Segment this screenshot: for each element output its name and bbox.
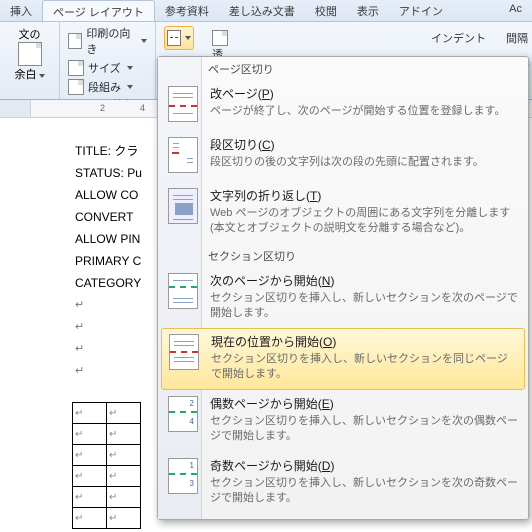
text-wrap-icon	[168, 188, 198, 224]
menu-item-continuous[interactable]: 現在の位置から開始(O) セクション区切りを挿入し、新しいセクションを同じページ…	[161, 328, 525, 390]
doc-line: STATUS: Pu	[75, 162, 142, 184]
size-icon	[68, 60, 84, 76]
page-break-icon	[168, 86, 198, 122]
mi-desc: セクション区切りを挿入し、新しいセクションを同じページで開始します。	[211, 352, 517, 382]
menu-item-even-page[interactable]: 24 偶数ページから開始(E) セクション区切りを挿入し、新しいセクションを次の…	[158, 390, 528, 452]
mi-title-b: )	[317, 189, 321, 203]
doc-line: TITLE: クラ	[75, 140, 142, 162]
mi-title-a: 改ページ(	[210, 87, 262, 101]
mi-title-b: )	[330, 274, 334, 288]
tab-mailings[interactable]: 差し込み文書	[219, 0, 305, 21]
even-page-icon: 24	[168, 396, 198, 432]
paragraph-mark: ↵	[75, 294, 142, 316]
chevron-down-icon	[185, 36, 191, 40]
mi-key: C	[262, 138, 271, 152]
document-table[interactable]: ↵↵↵↵↵↵↵↵↵↵↵↵	[72, 402, 141, 529]
chevron-down-icon	[141, 39, 147, 43]
breaks-icon	[167, 30, 181, 46]
next-page-icon	[168, 273, 198, 309]
indent-label: インデント	[431, 30, 486, 46]
menu-item-text-wrapping[interactable]: 文字列の折り返し(T) Web ページのオブジェクトの周囲にある文字列を分離しま…	[158, 182, 528, 244]
mi-key: E	[322, 397, 330, 411]
doc-line: ALLOW CO	[75, 184, 142, 206]
orientation-label: 印刷の向き	[86, 25, 135, 57]
doc-line: CONVERT	[75, 206, 142, 228]
tab-page-layout[interactable]: ページ レイアウト	[42, 0, 155, 21]
size-label: サイズ	[88, 60, 121, 76]
columns-label: 段組み	[88, 79, 121, 95]
chevron-down-icon	[127, 66, 133, 70]
menu-item-next-page[interactable]: 次のページから開始(N) セクション区切りを挿入し、新しいセクションを次のページ…	[158, 267, 528, 329]
tab-addin[interactable]: アドイン	[389, 0, 453, 21]
margins-icon	[18, 42, 42, 66]
chevron-down-icon	[39, 74, 45, 78]
paragraph-mark: ↵	[75, 316, 142, 338]
column-break-icon	[168, 137, 198, 173]
doc-line: PRIMARY C	[75, 250, 142, 272]
mi-title-a: 現在の位置から開始(	[211, 335, 323, 349]
breaks-dropdown: ページ区切り 改ページ(P) ページが終了し、次のページが開始する位置を登録しま…	[157, 56, 529, 520]
odd-page-icon: 13	[168, 458, 198, 494]
menu-header-page-breaks: ページ区切り	[158, 57, 528, 80]
margins-button[interactable]: 文の 余白	[11, 24, 49, 84]
mi-title-a: 文字列の折り返し(	[210, 189, 310, 203]
paragraph-mark: ↵	[75, 360, 142, 382]
doc-line: ALLOW PIN	[75, 228, 142, 250]
mi-title-a: 奇数ページから開始(	[210, 459, 322, 473]
mi-title-b: )	[332, 335, 336, 349]
doc-line: CATEGORY	[75, 272, 142, 294]
tab-review[interactable]: 校閲	[305, 0, 347, 21]
mi-title-a: 偶数ページから開始(	[210, 397, 322, 411]
columns-button[interactable]: 段組み	[66, 78, 149, 96]
ribbon-tabs: 挿入 ページ レイアウト 参考資料 差し込み文書 校閲 表示 アドイン Ac	[0, 0, 532, 22]
group-blank	[6, 86, 53, 99]
menu-item-odd-page[interactable]: 13 奇数ページから開始(D) セクション区切りを挿入し、新しいセクションを次の…	[158, 452, 528, 514]
tab-acrobat[interactable]: Ac	[499, 0, 532, 21]
columns-icon	[68, 79, 84, 95]
mi-title-b: )	[330, 397, 334, 411]
ruler-tick: 4	[140, 103, 145, 113]
mi-desc: セクション区切りを挿入し、新しいセクションを次の奇数ページで開始します。	[210, 476, 518, 506]
continuous-icon	[169, 334, 199, 370]
tab-view[interactable]: 表示	[347, 0, 389, 21]
mi-desc: セクション区切りを挿入し、新しいセクションを次のページで開始します。	[210, 291, 518, 321]
menu-item-page-break[interactable]: 改ページ(P) ページが終了し、次のページが開始する位置を登録します。	[158, 80, 528, 131]
chevron-down-icon	[127, 85, 133, 89]
margin-sub-label: 文の	[19, 26, 41, 42]
mi-title-b: )	[270, 87, 274, 101]
document-body[interactable]: TITLE: クラ STATUS: Pu ALLOW CO CONVERT AL…	[75, 140, 142, 382]
size-button[interactable]: サイズ	[66, 59, 149, 77]
watermark-icon	[212, 30, 228, 46]
spacing-label: 間隔	[506, 30, 528, 46]
mi-desc: 段区切りの後の文字列は次の段の先頭に配置されます。	[210, 155, 518, 170]
mi-key: P	[262, 87, 270, 101]
tab-references[interactable]: 参考資料	[155, 0, 219, 21]
mi-desc: セクション区切りを挿入し、新しいセクションを次の偶数ページで開始します。	[210, 414, 518, 444]
margins-label: 余白	[15, 69, 37, 81]
tab-insert[interactable]: 挿入	[0, 0, 42, 21]
ruler-tick: 2	[100, 103, 105, 113]
orientation-button[interactable]: 印刷の向き	[66, 24, 149, 58]
mi-title-b: )	[271, 138, 275, 152]
mi-desc: Web ページのオブジェクトの周囲にある文字列を分離します (本文とオブジェクト…	[210, 206, 518, 236]
paragraph-mark: ↵	[75, 338, 142, 360]
mi-title-b: )	[330, 459, 334, 473]
ribbon-right-group: 透かし インデント 間隔 行	[431, 30, 528, 46]
menu-header-section-breaks: セクション区切り	[158, 244, 528, 267]
mi-title-a: 段区切り(	[210, 138, 262, 152]
mi-key: O	[323, 335, 332, 349]
menu-item-column-break[interactable]: 段区切り(C) 段区切りの後の文字列は次の段の先頭に配置されます。	[158, 131, 528, 182]
breaks-button[interactable]	[164, 26, 194, 50]
mi-title-a: 次のページから開始(	[210, 274, 322, 288]
orientation-icon	[68, 33, 82, 49]
mi-desc: ページが終了し、次のページが開始する位置を登録します。	[210, 104, 518, 119]
